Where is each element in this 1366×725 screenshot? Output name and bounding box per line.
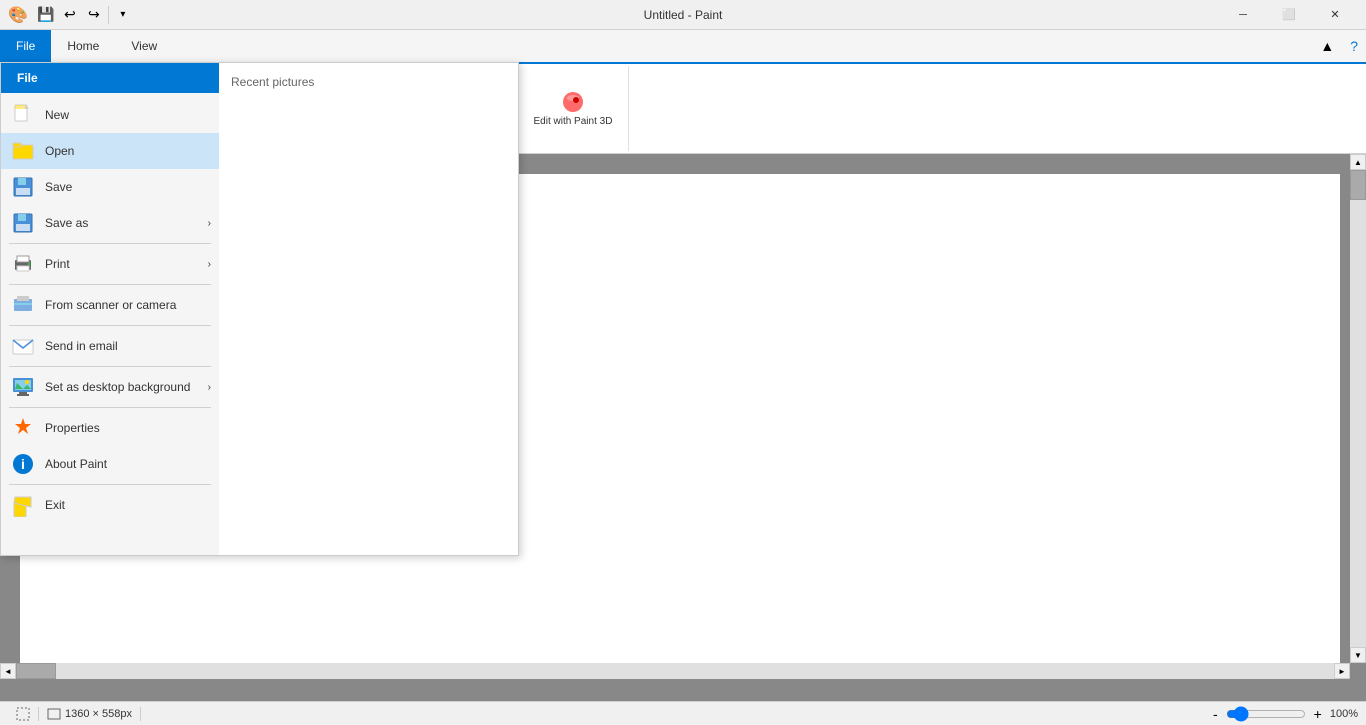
file-open-item[interactable]: Open [1, 133, 219, 169]
file-email-item[interactable]: Send in email [1, 328, 219, 364]
status-bar: 1360 × 558px - + 100% [0, 701, 1366, 725]
properties-icon [9, 414, 37, 442]
app-icon: 🎨 [8, 5, 28, 25]
dimensions-icon [47, 707, 61, 721]
edit-paint3d-content: Edit with Paint 3D [525, 68, 620, 149]
separator5 [9, 407, 211, 408]
window-controls: ─ ⬜ ✕ [1220, 0, 1358, 30]
quick-access-toolbar: 🎨 💾 ↩ ↪ ▾ [8, 3, 135, 27]
exit-icon [9, 491, 37, 519]
svg-text:i: i [21, 456, 25, 472]
edit-paint3d-group: Edit with Paint 3D [517, 66, 629, 151]
window-title: Untitled - Paint [644, 8, 723, 22]
edit-paint3d-button[interactable]: Edit with Paint 3D [525, 86, 620, 131]
ribbon-tabs: File Home View ▲ ? [0, 30, 1366, 62]
help-button[interactable]: ? [1342, 30, 1366, 62]
separator2 [9, 284, 211, 285]
scroll-right-button[interactable]: ► [1334, 663, 1350, 679]
dimensions-status: 1360 × 558px [39, 707, 141, 721]
scroll-track-h[interactable] [16, 663, 1334, 679]
close-button[interactable]: ✕ [1312, 0, 1358, 30]
save-icon [9, 173, 37, 201]
ribbon: File Home View ▲ ? [0, 30, 1366, 64]
scanner-icon [9, 291, 37, 319]
ribbon-collapse-button[interactable]: ▲ [1312, 30, 1342, 62]
save-qat-button[interactable]: 💾 [34, 3, 58, 27]
file-menu: File New Open Save [0, 62, 519, 556]
selection-tool-status [8, 707, 39, 721]
print-icon [9, 250, 37, 278]
separator6 [9, 484, 211, 485]
separator1 [9, 243, 211, 244]
saveas-icon [9, 209, 37, 237]
file-properties-item[interactable]: Properties [1, 410, 219, 446]
paint3d-icon [561, 90, 585, 114]
qat-separator [108, 6, 109, 24]
open-icon [9, 137, 37, 165]
file-scanner-item[interactable]: From scanner or camera [1, 287, 219, 323]
file-print-item[interactable]: Print › [1, 246, 219, 282]
separator4 [9, 366, 211, 367]
file-about-item[interactable]: i About Paint [1, 446, 219, 482]
file-desktop-item[interactable]: Set as desktop background › [1, 369, 219, 405]
print-arrow: › [208, 259, 211, 270]
scroll-left-button[interactable]: ◄ [0, 663, 16, 679]
recent-pictures-panel: Recent pictures [219, 63, 518, 555]
recent-pictures-title: Recent pictures [227, 71, 510, 93]
redo-button[interactable]: ↪ [82, 3, 106, 27]
status-right: - + 100% [1213, 706, 1358, 722]
file-saveas-item[interactable]: Save as › [1, 205, 219, 241]
vertical-scrollbar: ▲ ▼ [1350, 154, 1366, 663]
separator3 [9, 325, 211, 326]
zoom-slider[interactable] [1226, 706, 1306, 722]
tab-home[interactable]: Home [51, 30, 115, 62]
selection-icon [16, 707, 30, 721]
horizontal-scrollbar: ◄ ► [0, 663, 1350, 679]
scroll-up-button[interactable]: ▲ [1350, 154, 1366, 170]
desktop-arrow: › [208, 382, 211, 393]
qat-dropdown-button[interactable]: ▾ [111, 3, 135, 27]
title-bar: 🎨 💾 ↩ ↪ ▾ Untitled - Paint ─ ⬜ ✕ [0, 0, 1366, 30]
email-icon [9, 332, 37, 360]
file-save-item[interactable]: Save [1, 169, 219, 205]
scroll-thumb-h[interactable] [16, 663, 56, 679]
scroll-thumb-v[interactable] [1350, 170, 1366, 200]
tab-view[interactable]: View [115, 30, 173, 62]
zoom-out-button[interactable]: - [1213, 706, 1218, 722]
file-menu-items: New Open Save Save as [1, 93, 219, 527]
new-icon [9, 101, 37, 129]
file-exit-item[interactable]: Exit [1, 487, 219, 523]
desktop-icon [9, 373, 37, 401]
minimize-button[interactable]: ─ [1220, 0, 1266, 30]
scroll-down-button[interactable]: ▼ [1350, 647, 1366, 663]
about-icon: i [9, 450, 37, 478]
undo-button[interactable]: ↩ [58, 3, 82, 27]
scroll-track-v[interactable] [1350, 170, 1366, 647]
file-menu-left: File New Open Save [1, 63, 219, 555]
file-new-item[interactable]: New [1, 97, 219, 133]
zoom-in-button[interactable]: + [1314, 706, 1322, 722]
file-tab-label: File [1, 63, 219, 93]
maximize-button[interactable]: ⬜ [1266, 0, 1312, 30]
tab-file[interactable]: File [0, 30, 51, 62]
saveas-arrow: › [208, 218, 211, 229]
